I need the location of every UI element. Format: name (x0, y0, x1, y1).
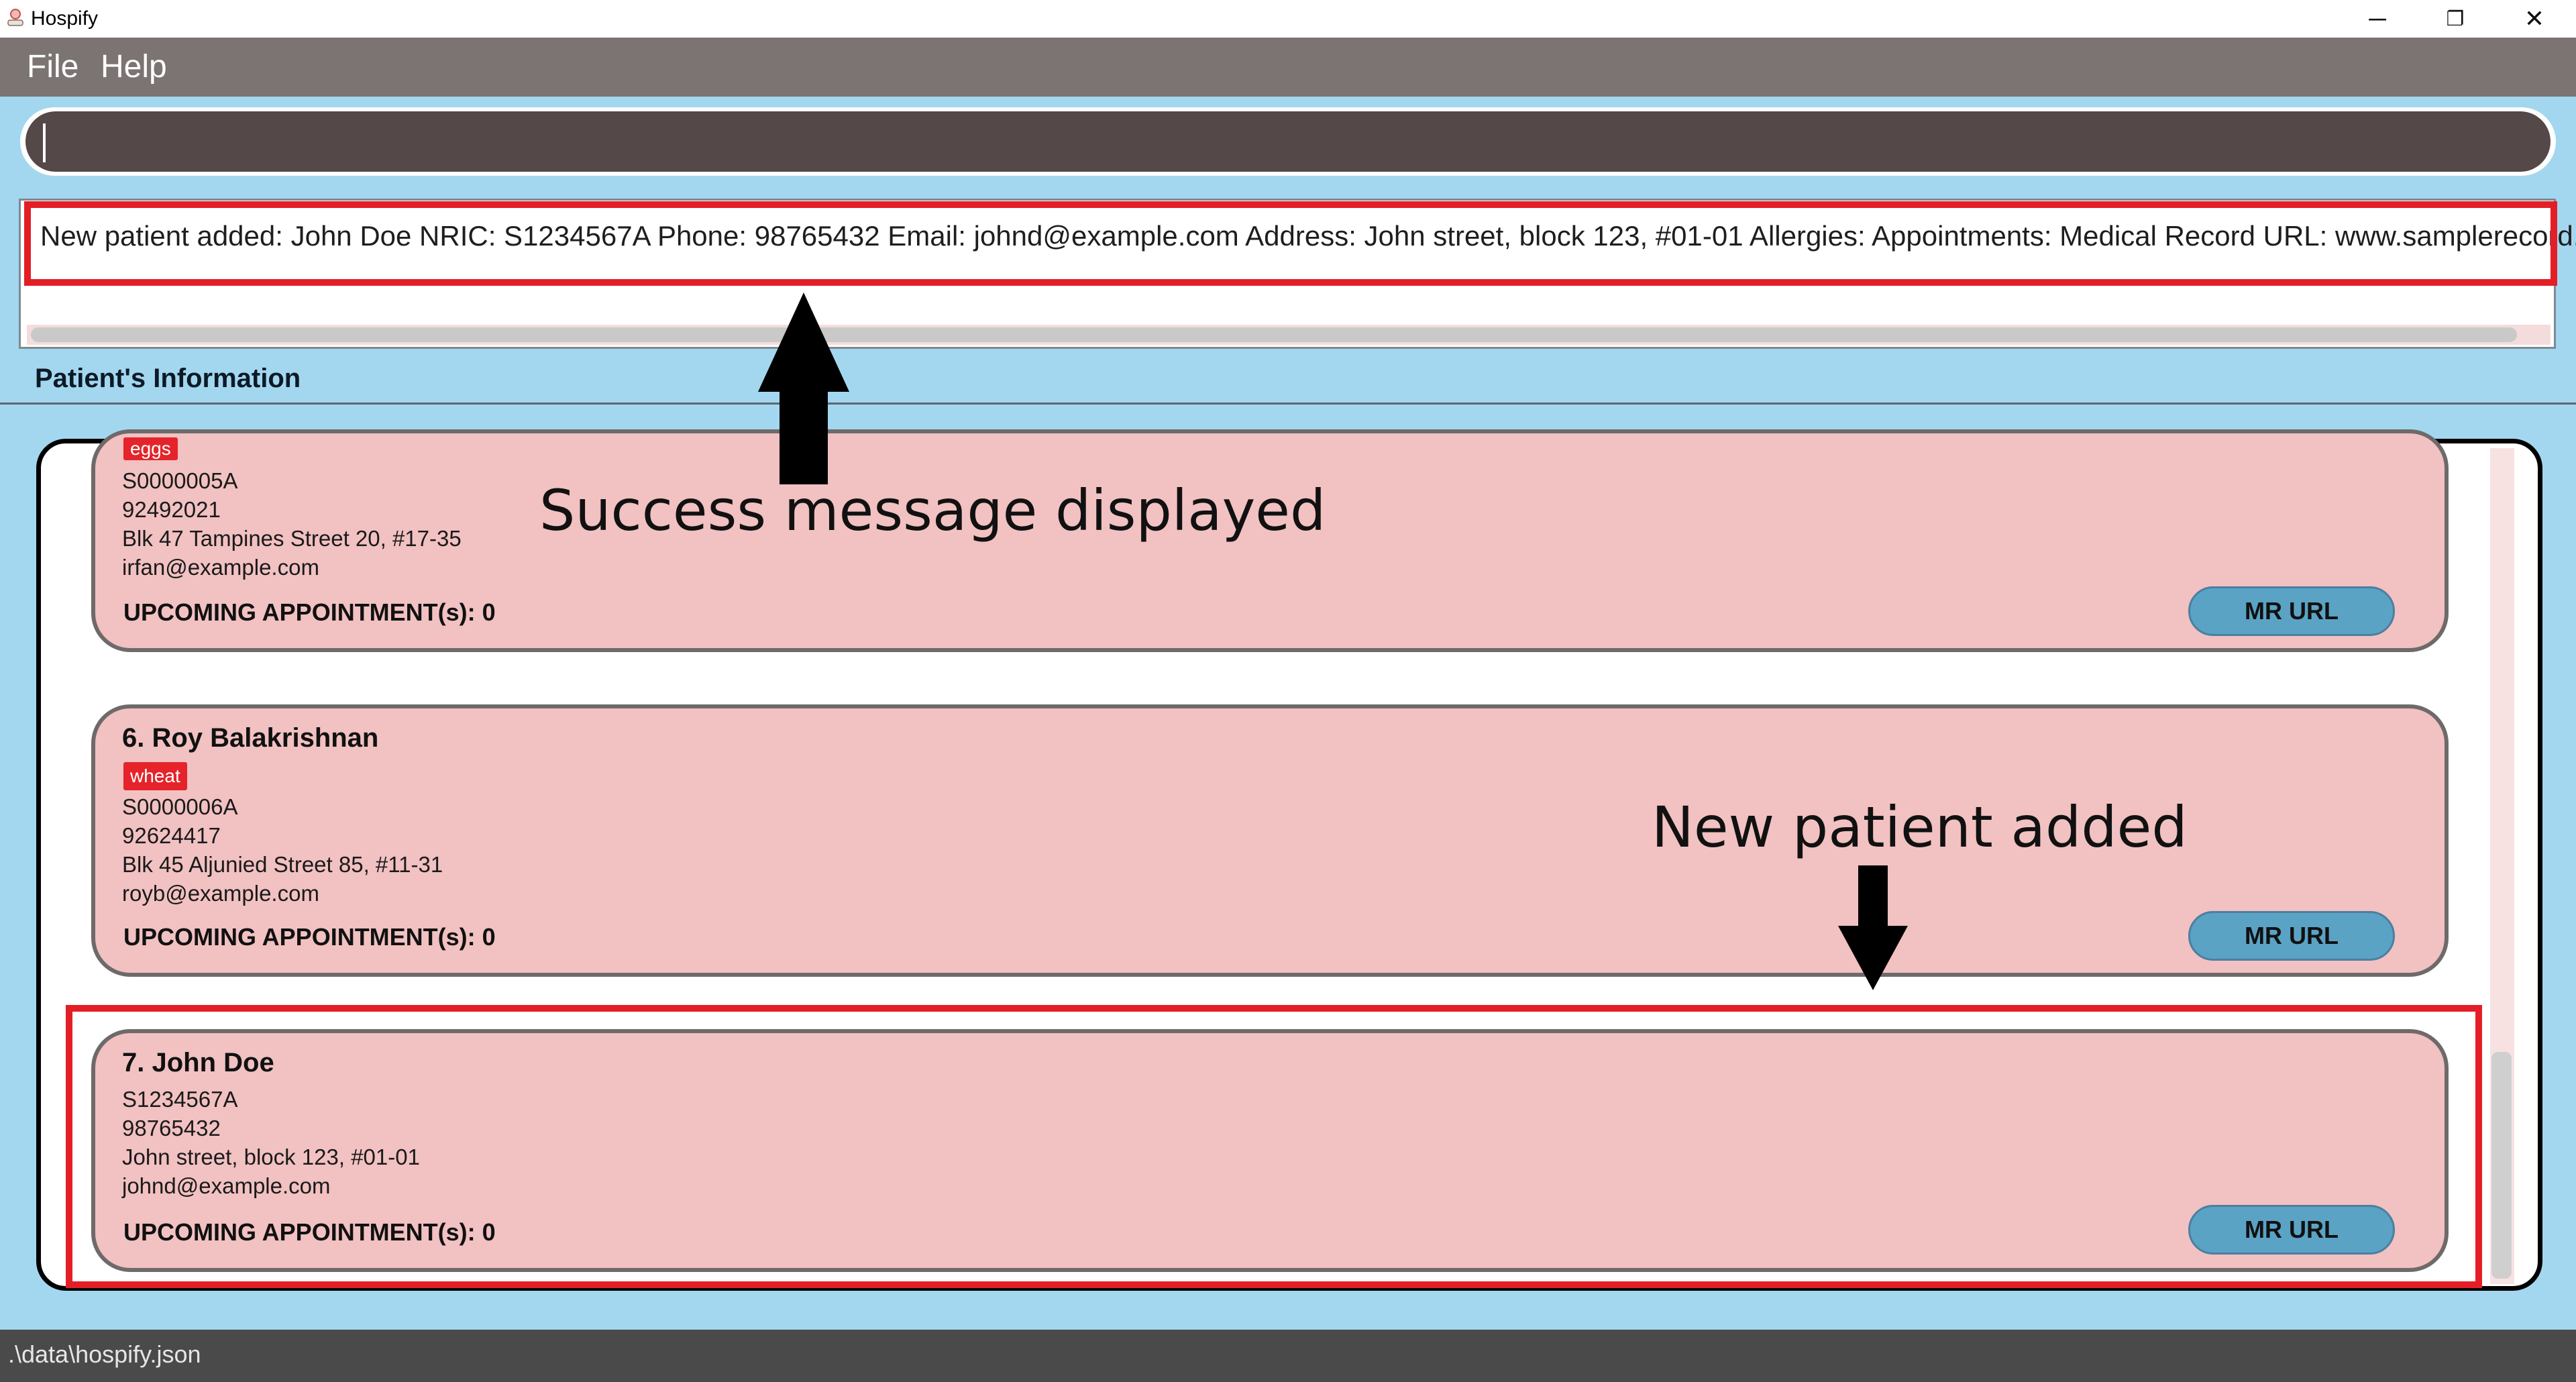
close-icon: ✕ (2524, 5, 2545, 32)
patient-email: royb@example.com (122, 881, 319, 906)
patient-nric: S0000006A (122, 794, 238, 819)
patient-list-header: Patient's Information (35, 364, 301, 393)
patient-list-scroll-thumb[interactable] (2491, 1052, 2512, 1279)
result-scroll-thumb[interactable] (31, 327, 2517, 342)
restore-button[interactable]: ❐ (2415, 0, 2496, 38)
patient-phone: 92492021 (122, 497, 221, 522)
title-bar: Hospify ─ ❐ ✕ (0, 0, 2576, 38)
allergy-tag: eggs (123, 437, 178, 460)
window-title: Hospify (31, 7, 99, 30)
close-button[interactable]: ✕ (2494, 0, 2575, 38)
mr-url-button[interactable]: MR URL (2188, 911, 2395, 961)
restore-icon: ❐ (2446, 7, 2465, 30)
new-patient-annotation: New patient added (1652, 794, 2188, 860)
menu-help[interactable]: Help (101, 50, 167, 85)
text-caret (43, 123, 46, 162)
patient-phone: 92624417 (122, 823, 221, 848)
patient-nric: S0000005A (122, 468, 238, 493)
allergy-tag: wheat (123, 762, 187, 790)
result-highlight-box (24, 201, 2557, 286)
status-bar: .\data\hospify.json (0, 1330, 2576, 1382)
success-annotation: Success message displayed (539, 478, 1326, 543)
minimize-icon: ─ (2369, 5, 2386, 32)
patient-address: Blk 47 Tampines Street 20, #17-35 (122, 526, 462, 551)
arrow-up-icon (758, 293, 849, 484)
menu-bar (0, 38, 2576, 97)
app-logo-icon (7, 9, 23, 26)
mr-url-button[interactable]: MR URL (2188, 586, 2395, 636)
data-file-path: .\data\hospify.json (8, 1340, 201, 1368)
divider (0, 403, 2576, 405)
minimize-button[interactable]: ─ (2337, 0, 2418, 38)
arrow-down-icon (1838, 865, 1908, 990)
upcoming-appointments: UPCOMING APPOINTMENT(s): 0 (123, 598, 496, 626)
patient-name: 6. Roy Balakrishnan (122, 723, 379, 753)
patient-email: irfan@example.com (122, 555, 319, 580)
upcoming-appointments: UPCOMING APPOINTMENT(s): 0 (123, 923, 496, 951)
menu-file[interactable]: File (27, 50, 78, 85)
new-patient-highlight-box (66, 1005, 2482, 1288)
command-input[interactable] (25, 111, 2551, 172)
patient-address: Blk 45 Aljunied Street 85, #11-31 (122, 852, 443, 877)
